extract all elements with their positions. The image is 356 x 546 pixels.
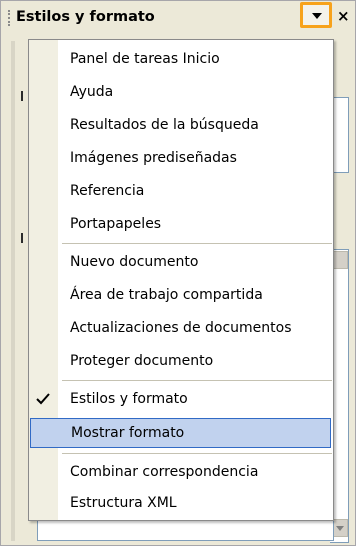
task-pane-title: Estilos y formato (16, 9, 155, 25)
menu-separator (62, 380, 332, 381)
checkmark-icon (36, 393, 50, 405)
menu-item-label: Proteger documento (70, 353, 214, 369)
menu-item-portapapeles[interactable]: Portapapeles (29, 209, 333, 241)
menu-item-label: Área de trabajo compartida (70, 287, 263, 303)
background-tick (21, 233, 23, 243)
menu-item-actualizaciones[interactable]: Actualizaciones de documentos (29, 313, 333, 345)
menu-item-combinar-correspondencia[interactable]: Combinar correspondencia (29, 457, 333, 489)
menu-separator (62, 453, 332, 454)
menu-item-label: Mostrar formato (71, 425, 185, 441)
menu-item-resultados-busqueda[interactable]: Resultados de la búsqueda (29, 110, 333, 142)
menu-item-area-compartida[interactable]: Área de trabajo compartida (29, 280, 333, 312)
menu-item-label: Combinar correspondencia (70, 464, 259, 480)
menu-item-label: Resultados de la búsqueda (70, 117, 259, 133)
checkmark-box (32, 388, 55, 411)
menu-item-label: Actualizaciones de documentos (70, 320, 292, 336)
task-pane-title-bar: Estilos y formato × (2, 2, 354, 32)
scroll-up-button[interactable] (332, 251, 348, 269)
menu-item-label: Imágenes prediseñadas (70, 150, 237, 166)
background-panel-edge (11, 41, 15, 541)
menu-item-label: Panel de tareas Inicio (70, 51, 220, 67)
drag-grip-icon[interactable] (8, 10, 12, 26)
menu-item-nuevo-documento[interactable]: Nuevo documento (29, 247, 333, 279)
menu-item-ayuda[interactable]: Ayuda (29, 77, 333, 109)
menu-item-referencia[interactable]: Referencia (29, 176, 333, 208)
menu-item-label: Ayuda (70, 84, 114, 100)
background-tick (21, 91, 23, 101)
triangle-down-icon (312, 13, 322, 19)
menu-item-mostrar-formato[interactable]: Mostrar formato (30, 418, 331, 448)
task-pane-menu: Panel de tareas Inicio Ayuda Resultados … (28, 39, 334, 521)
menu-separator (62, 243, 332, 244)
menu-item-label: Estilos y formato (70, 391, 188, 407)
menu-item-proteger-documento[interactable]: Proteger documento (29, 346, 333, 378)
scroll-down-arrow-icon (336, 526, 344, 531)
task-pane-frame: Estilos y formato × Panel de tareas Inic… (0, 0, 356, 546)
menu-item-label: Referencia (70, 183, 145, 199)
menu-item-label: Estructura XML (70, 495, 177, 511)
menu-item-label: Nuevo documento (70, 254, 199, 270)
menu-item-panel-inicio[interactable]: Panel de tareas Inicio (29, 44, 333, 76)
scroll-down-button[interactable] (332, 519, 348, 537)
pane-dropdown-button[interactable] (300, 2, 332, 28)
background-list-bottom (37, 518, 334, 541)
close-icon[interactable]: × (337, 7, 350, 25)
menu-item-estilos-formato[interactable]: Estilos y formato (29, 384, 333, 416)
menu-item-estructura-xml[interactable]: Estructura XML (29, 488, 333, 520)
menu-item-imagenes-predisenadas[interactable]: Imágenes prediseñadas (29, 143, 333, 175)
menu-item-label: Portapapeles (70, 216, 162, 232)
